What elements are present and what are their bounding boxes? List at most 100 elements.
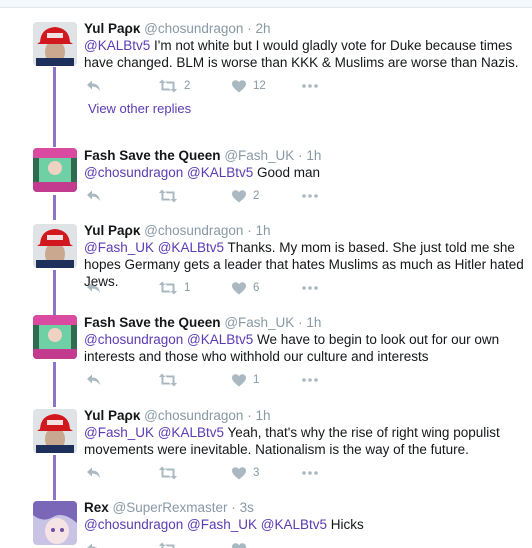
heart-icon (232, 542, 246, 548)
separator-dot: · (231, 500, 236, 515)
like-button[interactable]: 3 (232, 465, 259, 481)
reply-button[interactable] (86, 541, 101, 548)
retweet-button[interactable] (159, 372, 184, 388)
reply-mentions[interactable]: @KALBtv5 (84, 38, 150, 53)
like-button[interactable]: 1 (232, 372, 259, 388)
retweet-button[interactable]: 1 (159, 280, 190, 296)
tweet[interactable]: Fash Save the Queen @Fash_UK · 1h @chosu… (0, 314, 532, 394)
avatar-red-cap[interactable] (33, 22, 77, 66)
more-button[interactable] (302, 465, 318, 481)
heart-icon (232, 189, 246, 202)
retweet-icon (159, 79, 177, 93)
separator-dot: · (298, 315, 303, 330)
tweet-header: Yul Ρaρκ @chosundragon · 2h (84, 20, 271, 37)
author-name[interactable]: Yul Ρaρκ (84, 21, 140, 36)
retweet-icon (159, 542, 175, 548)
author-name[interactable]: Yul Ρaρκ (84, 223, 140, 238)
like-button[interactable]: 12 (232, 78, 266, 94)
tweet-header: Fash Save the Queen @Fash_UK · 1h (84, 147, 321, 164)
tweet[interactable]: Fash Save the Queen @Fash_UK · 1h @chosu… (0, 147, 532, 212)
author-handle[interactable]: @Fash_UK (224, 315, 294, 330)
tweet-header: Yul Ρaρκ @chosundragon · 1h (84, 222, 271, 239)
separator-dot: · (298, 148, 303, 163)
more-dots-icon (302, 84, 318, 88)
tweet-header: Yul Ρaρκ @chosundragon · 1h (84, 407, 271, 424)
author-handle[interactable]: @Fash_UK (224, 148, 294, 163)
author-name[interactable]: Fash Save the Queen (84, 148, 221, 163)
author-name[interactable]: Yul Ρaρκ (84, 408, 140, 423)
author-handle[interactable]: @chosundragon (144, 408, 243, 423)
view-other-replies-link[interactable]: View other replies (88, 101, 191, 116)
tweet-text: @chosundragon @KALBtv5 Good man (84, 164, 530, 181)
author-handle[interactable]: @chosundragon (144, 223, 243, 238)
reply-mentions[interactable]: @chosundragon @Fash_UK @KALBtv5 (84, 517, 327, 532)
like-count: 6 (253, 282, 260, 294)
tweet[interactable]: Yul Ρaρκ @chosundragon · 1h @Fash_UK @KA… (0, 407, 532, 487)
top-bar (0, 0, 532, 8)
reply-button[interactable] (86, 465, 108, 481)
reply-icon (87, 80, 100, 91)
more-button[interactable] (302, 188, 318, 204)
avatar-red-cap[interactable] (33, 224, 77, 268)
tweet-time[interactable]: 1h (306, 148, 321, 163)
tweet[interactable]: Yul Ρaρκ @chosundragon · 1h @Fash_UK @KA… (0, 222, 532, 302)
tweet-header: Rex @SuperRexmaster · 3s (84, 499, 254, 516)
avatar-green-art[interactable] (33, 148, 77, 192)
reply-button[interactable] (86, 78, 108, 94)
reply-icon (87, 467, 100, 478)
tweet-actions: 2 (84, 188, 384, 204)
retweet-button[interactable] (159, 188, 184, 204)
more-dots-icon (302, 471, 318, 475)
reply-mentions[interactable]: @chosundragon @KALBtv5 (84, 165, 253, 180)
reply-button[interactable] (86, 372, 108, 388)
separator-dot: · (247, 21, 252, 36)
author-handle[interactable]: @SuperRexmaster (113, 500, 228, 515)
tweet-time[interactable]: 1h (255, 408, 270, 423)
avatar-green-art[interactable] (33, 315, 77, 359)
retweet-icon (159, 466, 177, 480)
tweet-body: I'm not white but I would gladly vote fo… (84, 38, 519, 70)
tweet-actions: 1 (84, 372, 384, 388)
more-button[interactable] (302, 280, 318, 296)
reply-mentions[interactable]: @Fash_UK @KALBtv5 (84, 425, 224, 440)
tweet-time[interactable]: 1h (255, 223, 270, 238)
avatar-anime[interactable] (33, 501, 77, 545)
reply-icon (87, 282, 100, 293)
retweet-button[interactable] (159, 541, 177, 548)
retweet-button[interactable] (159, 465, 184, 481)
tweet-text: @chosundragon @KALBtv5 We have to begin … (84, 331, 530, 365)
retweet-count: 2 (184, 80, 191, 92)
heart-icon (232, 373, 246, 386)
retweet-count: 1 (184, 282, 191, 294)
reply-mentions[interactable]: @Fash_UK @KALBtv5 (84, 240, 224, 255)
author-name[interactable]: Fash Save the Queen (84, 315, 221, 330)
tweet-body: Good man (257, 165, 321, 180)
tweet-text: @Fash_UK @KALBtv5 Yeah, that's why the r… (84, 424, 530, 458)
tweet-time[interactable]: 1h (306, 315, 321, 330)
reply-button[interactable] (86, 188, 108, 204)
like-button[interactable]: 6 (232, 280, 259, 296)
separator-dot: · (247, 223, 252, 238)
like-button[interactable]: 2 (232, 188, 259, 204)
more-button[interactable] (302, 78, 318, 94)
tweet[interactable]: Yul Ρaρκ @chosundragon · 2h @KALBtv5 I'm… (0, 20, 532, 140)
like-count: 12 (253, 80, 266, 92)
tweet-time[interactable]: 3s (240, 500, 254, 515)
heart-icon (232, 466, 246, 479)
retweet-button[interactable]: 2 (159, 78, 190, 94)
avatar-red-cap[interactable] (33, 409, 77, 453)
retweet-icon (159, 373, 177, 387)
more-button[interactable] (302, 372, 318, 388)
tweet[interactable]: Rex @SuperRexmaster · 3s @chosundragon @… (0, 499, 532, 548)
like-button[interactable] (232, 541, 246, 548)
author-handle[interactable]: @chosundragon (144, 21, 243, 36)
tweet-text: @KALBtv5 I'm not white but I would gladl… (84, 37, 530, 71)
tweet-actions: 3 (84, 465, 384, 481)
author-name[interactable]: Rex (84, 500, 109, 515)
more-dots-icon (302, 194, 318, 198)
reply-icon (87, 374, 100, 385)
reply-mentions[interactable]: @chosundragon @KALBtv5 (84, 332, 253, 347)
tweet-time[interactable]: 2h (255, 21, 270, 36)
reply-button[interactable] (86, 280, 108, 296)
reply-icon (87, 543, 97, 548)
